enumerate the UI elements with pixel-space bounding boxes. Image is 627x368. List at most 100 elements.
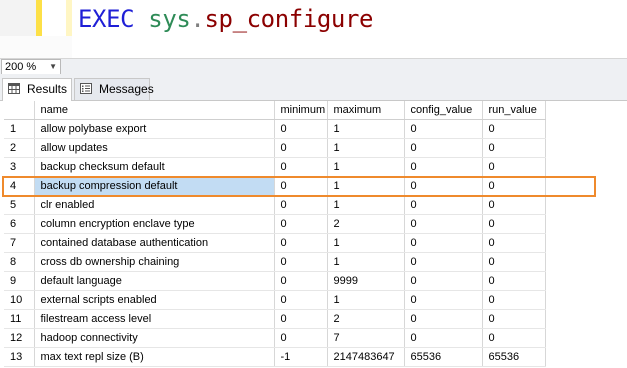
- maximum-cell[interactable]: 1: [327, 138, 405, 158]
- name-cell[interactable]: hadoop connectivity: [34, 328, 275, 348]
- table-row[interactable]: 7 contained database authentication 0 1 0 0: [4, 233, 546, 253]
- row-header-corner[interactable]: [4, 101, 35, 120]
- minimum-cell[interactable]: 0: [274, 233, 328, 253]
- zoom-dropdown[interactable]: 200 % ▼: [1, 59, 61, 75]
- row-number-cell[interactable]: 8: [4, 252, 35, 272]
- row-number-cell[interactable]: 11: [4, 309, 35, 329]
- minimum-cell[interactable]: 0: [274, 271, 328, 291]
- table-row[interactable]: 12 hadoop connectivity 0 7 0 0: [4, 328, 546, 348]
- minimum-cell[interactable]: 0: [274, 176, 328, 196]
- table-row[interactable]: 6 column encryption enclave type 0 2 0 0: [4, 214, 546, 234]
- name-cell[interactable]: column encryption enclave type: [34, 214, 275, 234]
- table-row[interactable]: 5 clr enabled 0 1 0 0: [4, 195, 546, 215]
- config-value-cell[interactable]: 0: [404, 195, 483, 215]
- minimum-cell[interactable]: 0: [274, 214, 328, 234]
- row-number-cell[interactable]: 2: [4, 138, 35, 158]
- config-value-cell[interactable]: 0: [404, 138, 483, 158]
- minimum-cell[interactable]: 0: [274, 252, 328, 272]
- name-cell[interactable]: allow polybase export: [34, 119, 275, 139]
- run-value-cell[interactable]: 0: [482, 195, 546, 215]
- table-row[interactable]: 1 allow polybase export 0 1 0 0: [4, 119, 546, 139]
- config-value-cell[interactable]: 0: [404, 233, 483, 253]
- minimum-cell[interactable]: 0: [274, 138, 328, 158]
- run-value-cell[interactable]: 0: [482, 157, 546, 177]
- column-header-run-value[interactable]: run_value: [482, 101, 546, 120]
- config-value-cell[interactable]: 0: [404, 271, 483, 291]
- name-cell[interactable]: backup checksum default: [34, 157, 275, 177]
- table-row[interactable]: 3 backup checksum default 0 1 0 0: [4, 157, 546, 177]
- run-value-cell[interactable]: 0: [482, 233, 546, 253]
- table-row[interactable]: 13 max text repl size (B) -1 2147483647 6553…: [4, 347, 546, 367]
- minimum-cell[interactable]: 0: [274, 195, 328, 215]
- maximum-cell[interactable]: 1: [327, 252, 405, 272]
- maximum-cell[interactable]: 1: [327, 176, 405, 196]
- minimum-cell[interactable]: 0: [274, 290, 328, 310]
- run-value-cell[interactable]: 0: [482, 119, 546, 139]
- config-value-cell[interactable]: 0: [404, 290, 483, 310]
- row-number-cell[interactable]: 5: [4, 195, 35, 215]
- maximum-cell[interactable]: 2: [327, 309, 405, 329]
- run-value-cell[interactable]: 0: [482, 328, 546, 348]
- run-value-cell[interactable]: 65536: [482, 347, 546, 367]
- maximum-cell[interactable]: 1: [327, 290, 405, 310]
- column-header-minimum[interactable]: minimum: [274, 101, 328, 120]
- name-cell[interactable]: max text repl size (B): [34, 347, 275, 367]
- name-cell[interactable]: cross db ownership chaining: [34, 252, 275, 272]
- name-cell[interactable]: filestream access level: [34, 309, 275, 329]
- maximum-cell[interactable]: 1: [327, 233, 405, 253]
- row-number-cell[interactable]: 13: [4, 347, 35, 367]
- maximum-cell[interactable]: 1: [327, 119, 405, 139]
- table-row[interactable]: 4 backup compression default 0 1 0 0: [4, 176, 546, 196]
- config-value-cell[interactable]: 0: [404, 214, 483, 234]
- code-line[interactable]: EXEC sys.sp_configure: [78, 4, 373, 34]
- name-cell[interactable]: default language: [34, 271, 275, 291]
- column-header-name[interactable]: name: [34, 101, 275, 120]
- config-value-cell[interactable]: 0: [404, 176, 483, 196]
- name-cell[interactable]: allow updates: [34, 138, 275, 158]
- minimum-cell[interactable]: -1: [274, 347, 328, 367]
- run-value-cell[interactable]: 0: [482, 138, 546, 158]
- maximum-cell[interactable]: 2: [327, 214, 405, 234]
- config-value-cell[interactable]: 0: [404, 252, 483, 272]
- config-value-cell[interactable]: 65536: [404, 347, 483, 367]
- run-value-cell[interactable]: 0: [482, 176, 546, 196]
- table-row[interactable]: 11 filestream access level 0 2 0 0: [4, 309, 546, 329]
- config-value-cell[interactable]: 0: [404, 119, 483, 139]
- minimum-cell[interactable]: 0: [274, 157, 328, 177]
- query-editor[interactable]: EXEC sys.sp_configure: [0, 0, 627, 59]
- table-row[interactable]: 2 allow updates 0 1 0 0: [4, 138, 546, 158]
- maximum-cell[interactable]: 2147483647: [327, 347, 405, 367]
- table-row[interactable]: 9 default language 0 9999 0 0: [4, 271, 546, 291]
- name-cell[interactable]: contained database authentication: [34, 233, 275, 253]
- name-cell[interactable]: external scripts enabled: [34, 290, 275, 310]
- run-value-cell[interactable]: 0: [482, 252, 546, 272]
- name-cell[interactable]: clr enabled: [34, 195, 275, 215]
- tab-messages[interactable]: Messages: [74, 78, 154, 100]
- column-header-maximum[interactable]: maximum: [327, 101, 405, 120]
- row-number-cell[interactable]: 7: [4, 233, 35, 253]
- minimum-cell[interactable]: 0: [274, 309, 328, 329]
- config-value-cell[interactable]: 0: [404, 328, 483, 348]
- run-value-cell[interactable]: 0: [482, 214, 546, 234]
- config-value-cell[interactable]: 0: [404, 309, 483, 329]
- minimum-cell[interactable]: 0: [274, 328, 328, 348]
- config-value-cell[interactable]: 0: [404, 157, 483, 177]
- column-header-config-value[interactable]: config_value: [404, 101, 483, 120]
- editor-empty-area[interactable]: [0, 36, 627, 59]
- maximum-cell[interactable]: 1: [327, 195, 405, 215]
- row-number-cell[interactable]: 4: [4, 176, 35, 196]
- table-row[interactable]: 8 cross db ownership chaining 0 1 0 0: [4, 252, 546, 272]
- maximum-cell[interactable]: 9999: [327, 271, 405, 291]
- minimum-cell[interactable]: 0: [274, 119, 328, 139]
- maximum-cell[interactable]: 7: [327, 328, 405, 348]
- row-number-cell[interactable]: 9: [4, 271, 35, 291]
- run-value-cell[interactable]: 0: [482, 290, 546, 310]
- table-row[interactable]: 10 external scripts enabled 0 1 0 0: [4, 290, 546, 310]
- name-cell[interactable]: backup compression default: [34, 176, 275, 196]
- run-value-cell[interactable]: 0: [482, 309, 546, 329]
- row-number-cell[interactable]: 12: [4, 328, 35, 348]
- run-value-cell[interactable]: 0: [482, 271, 546, 291]
- row-number-cell[interactable]: 3: [4, 157, 35, 177]
- row-number-cell[interactable]: 10: [4, 290, 35, 310]
- row-number-cell[interactable]: 6: [4, 214, 35, 234]
